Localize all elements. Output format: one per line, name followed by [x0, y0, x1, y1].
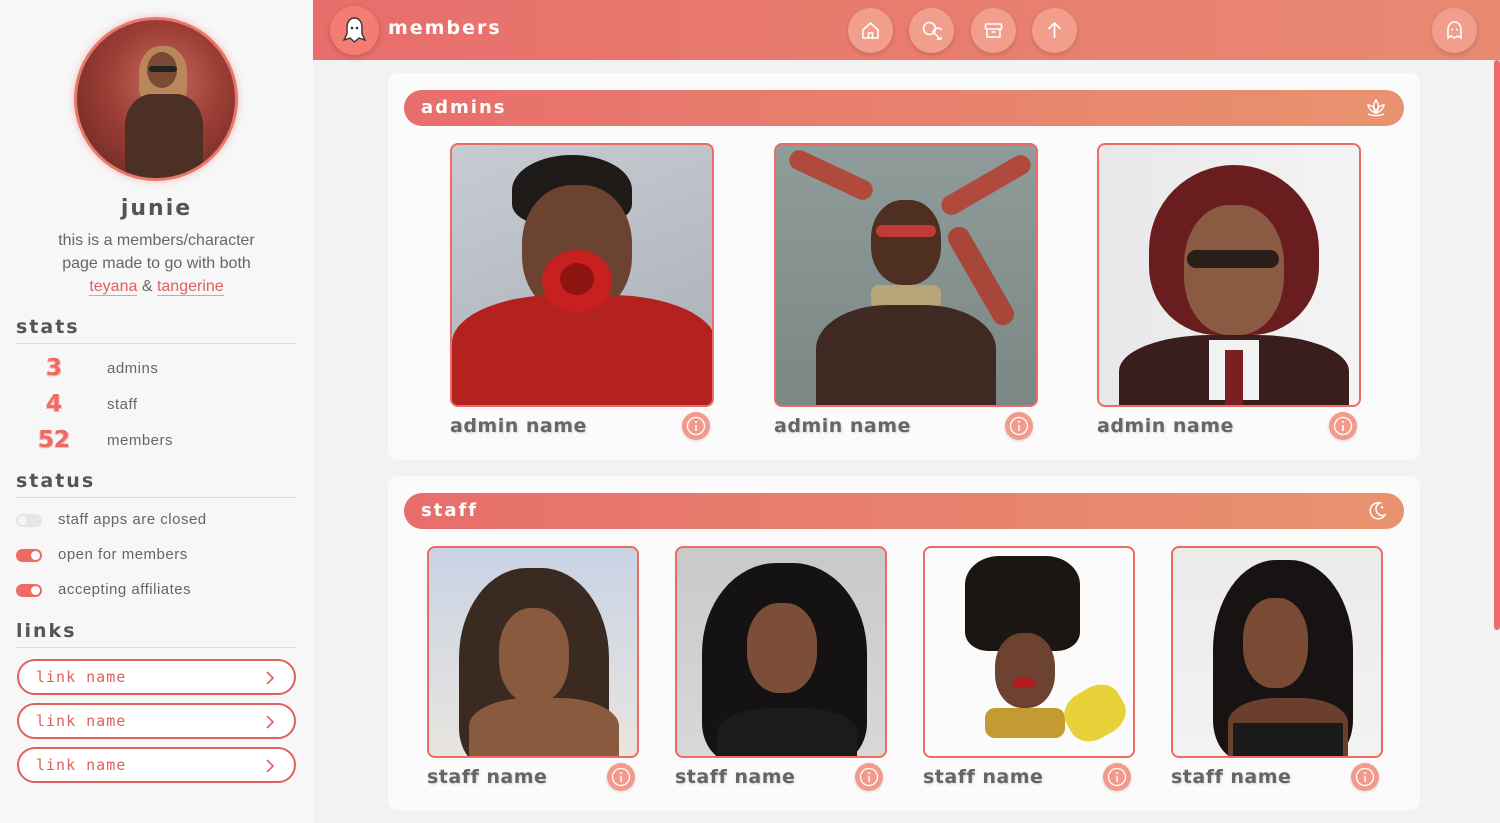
stat-admins: 3 admins: [16, 355, 296, 385]
status-toggle[interactable]: [16, 584, 42, 597]
info-icon: [1333, 416, 1353, 436]
status-label: staff apps are closed: [58, 511, 207, 528]
chevron-right-icon: [266, 759, 275, 773]
admins-header: admins: [404, 90, 1404, 126]
stat-members: 52 members: [16, 427, 296, 457]
archive-icon: [984, 23, 1003, 38]
nav-archive-button[interactable]: [971, 8, 1016, 53]
link-button-1[interactable]: link name: [17, 659, 296, 695]
chevron-right-icon: [266, 715, 275, 729]
scrollbar[interactable]: [1494, 60, 1500, 630]
stat-label: members: [107, 432, 174, 449]
ghost-icon: [342, 17, 367, 43]
ghost-icon: [1447, 21, 1462, 40]
admin-name: admin name: [1097, 415, 1234, 437]
admin-photo[interactable]: [450, 143, 714, 407]
link-button-3[interactable]: link name: [17, 747, 296, 783]
status-affiliates: accepting affiliates: [16, 581, 296, 603]
nav-scroll-top-button[interactable]: [1032, 8, 1077, 53]
bio-link-tangerine[interactable]: tangerine: [156, 278, 224, 296]
staff-photo[interactable]: [1171, 546, 1383, 758]
staff-photo[interactable]: [923, 546, 1135, 758]
chevron-right-icon: [266, 671, 275, 685]
stat-value: 4: [45, 391, 62, 417]
links-heading: links: [16, 620, 296, 648]
stats-heading: stats: [16, 316, 296, 344]
staff-name: staff name: [1171, 766, 1292, 788]
staff-name: staff name: [675, 766, 796, 788]
link-label: link name: [36, 668, 127, 686]
account-button[interactable]: [1432, 8, 1477, 53]
sidebar: junie this is a members/character page m…: [0, 0, 313, 823]
staff-panel: staff staff name staff name staff name s…: [388, 476, 1420, 810]
profile-bio: this is a members/character page made to…: [20, 229, 293, 298]
staff-info-button[interactable]: [855, 763, 883, 791]
admin-info-button[interactable]: [1329, 412, 1357, 440]
page-title: members: [388, 17, 502, 39]
staff-info-button[interactable]: [607, 763, 635, 791]
staff-header: staff: [404, 493, 1404, 529]
admin-photo[interactable]: [774, 143, 1038, 407]
chat-icon: [922, 21, 942, 40]
link-label: link name: [36, 756, 127, 774]
top-bar: members: [313, 0, 1500, 60]
staff-title: staff: [421, 500, 479, 521]
bio-link-teyana[interactable]: teyana: [89, 278, 138, 296]
bio-ampersand: &: [141, 278, 153, 295]
stat-label: admins: [107, 360, 159, 377]
logo[interactable]: [330, 6, 379, 55]
admin-name: admin name: [450, 415, 587, 437]
bio-line-2: page made to go with both: [62, 255, 251, 272]
profile-name: junie: [120, 196, 193, 221]
arrow-up-icon: [1047, 22, 1062, 38]
admins-panel: admins admin name admin name admin name: [388, 73, 1420, 460]
stat-value: 52: [37, 427, 70, 453]
link-button-2[interactable]: link name: [17, 703, 296, 739]
staff-info-button[interactable]: [1103, 763, 1131, 791]
home-icon: [862, 22, 879, 39]
info-icon: [859, 767, 879, 787]
status-open-members: open for members: [16, 546, 296, 568]
info-icon: [686, 416, 706, 436]
status-toggle[interactable]: [16, 514, 42, 527]
status-toggle[interactable]: [16, 549, 42, 562]
staff-photo[interactable]: [675, 546, 887, 758]
status-staff-apps: staff apps are closed: [16, 511, 296, 533]
staff-name: staff name: [427, 766, 548, 788]
stat-staff: 4 staff: [16, 391, 296, 421]
info-icon: [1009, 416, 1029, 436]
admins-title: admins: [421, 97, 507, 118]
info-icon: [1355, 767, 1375, 787]
moon-icon: [1369, 502, 1387, 520]
status-label: accepting affiliates: [58, 581, 192, 598]
info-icon: [1107, 767, 1127, 787]
status-heading: status: [16, 470, 296, 498]
bio-line-1: this is a members/character: [58, 232, 255, 249]
admin-name: admin name: [774, 415, 911, 437]
nav-home-button[interactable]: [848, 8, 893, 53]
admin-info-button[interactable]: [682, 412, 710, 440]
staff-photo[interactable]: [427, 546, 639, 758]
stat-value: 3: [45, 355, 62, 381]
admin-photo[interactable]: [1097, 143, 1361, 407]
profile-avatar: [74, 17, 238, 181]
staff-info-button[interactable]: [1351, 763, 1379, 791]
staff-name: staff name: [923, 766, 1044, 788]
status-label: open for members: [58, 546, 188, 563]
stat-label: staff: [107, 396, 138, 413]
lotus-icon: [1367, 98, 1385, 117]
link-label: link name: [36, 712, 127, 730]
admin-info-button[interactable]: [1005, 412, 1033, 440]
info-icon: [611, 767, 631, 787]
nav-chat-button[interactable]: [909, 8, 954, 53]
